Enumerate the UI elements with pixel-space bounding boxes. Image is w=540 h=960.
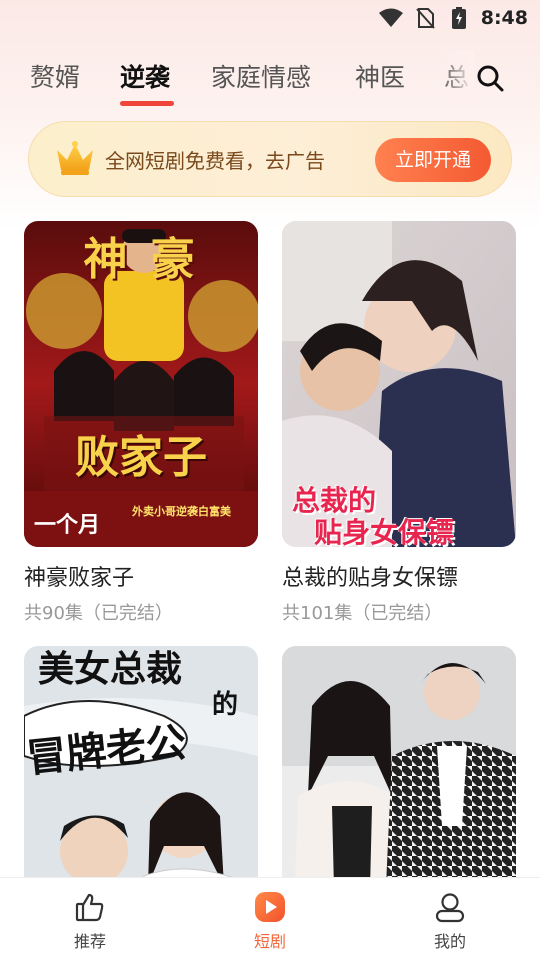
poster-tag: 外卖小哥逆袭白富美 — [132, 505, 231, 518]
poster-title-middle: 败家子 — [75, 432, 207, 483]
drama-card[interactable]: 总裁的 贴身女保镖 总裁的贴身女保镖 共101集（已完结） — [282, 221, 516, 625]
poster-title-line2: 贴身女保镖 — [314, 516, 455, 547]
open-vip-button[interactable]: 立即开通 — [375, 138, 491, 182]
active-tab-indicator — [120, 101, 174, 106]
no-sim-icon — [413, 6, 437, 30]
user-icon — [433, 890, 467, 924]
drama-poster[interactable]: 总裁的 贴身女保镖 — [282, 221, 516, 547]
search-button[interactable] — [474, 62, 506, 94]
poster-title-line2: 的 — [212, 690, 239, 720]
drama-title[interactable]: 神豪败家子 — [24, 560, 258, 592]
poster-title-bottom: 一个月 — [34, 513, 101, 538]
thumbs-up-icon — [73, 890, 107, 924]
nav-item-short-drama[interactable]: 短剧 — [210, 878, 330, 960]
crown-icon — [53, 138, 97, 178]
tab-nixi[interactable]: 逆袭 — [120, 58, 170, 94]
play-icon — [253, 890, 287, 924]
vip-banner[interactable]: 全网短剧免费看，去广告 立即开通 — [28, 121, 512, 197]
banner-text: 全网短剧免费看，去广告 — [105, 149, 325, 173]
drama-card[interactable]: 神 豪 败家子 外卖小哥逆袭白富美 一个月 神豪败家子 共90集（已完结） — [24, 221, 258, 625]
tab-shenyi[interactable]: 神医 — [355, 58, 405, 94]
battery-charging-icon — [447, 6, 471, 30]
nav-label: 我的 — [433, 932, 466, 951]
nav-label: 短剧 — [253, 932, 286, 951]
status-time: 8:48 — [480, 7, 528, 29]
tab-family-emotion[interactable]: 家庭情感 — [211, 58, 311, 94]
drama-title[interactable]: 总裁的贴身女保镖 — [282, 560, 516, 592]
nav-item-recommend[interactable]: 推荐 — [30, 878, 150, 960]
category-tabs: 赘婿 逆袭 家庭情感 神医 总 — [0, 50, 540, 110]
status-bar: 8:48 — [0, 0, 540, 36]
drama-episodes: 共90集（已完结） — [24, 603, 173, 624]
search-icon — [477, 65, 504, 92]
drama-episodes: 共101集（已完结） — [282, 603, 443, 624]
wifi-icon — [378, 6, 403, 30]
tabs-fade — [440, 50, 474, 110]
nav-item-profile[interactable]: 我的 — [390, 878, 510, 960]
tab-zhuixu[interactable]: 赘婿 — [30, 58, 80, 94]
drama-poster[interactable]: 神 豪 败家子 外卖小哥逆袭白富美 一个月 — [24, 221, 258, 547]
poster-title-line1: 美女总裁 — [38, 649, 183, 690]
nav-label: 推荐 — [73, 932, 106, 951]
poster-title-top: 神 豪 — [83, 234, 199, 285]
bottom-nav: 推荐 短剧 我的 — [0, 877, 540, 960]
